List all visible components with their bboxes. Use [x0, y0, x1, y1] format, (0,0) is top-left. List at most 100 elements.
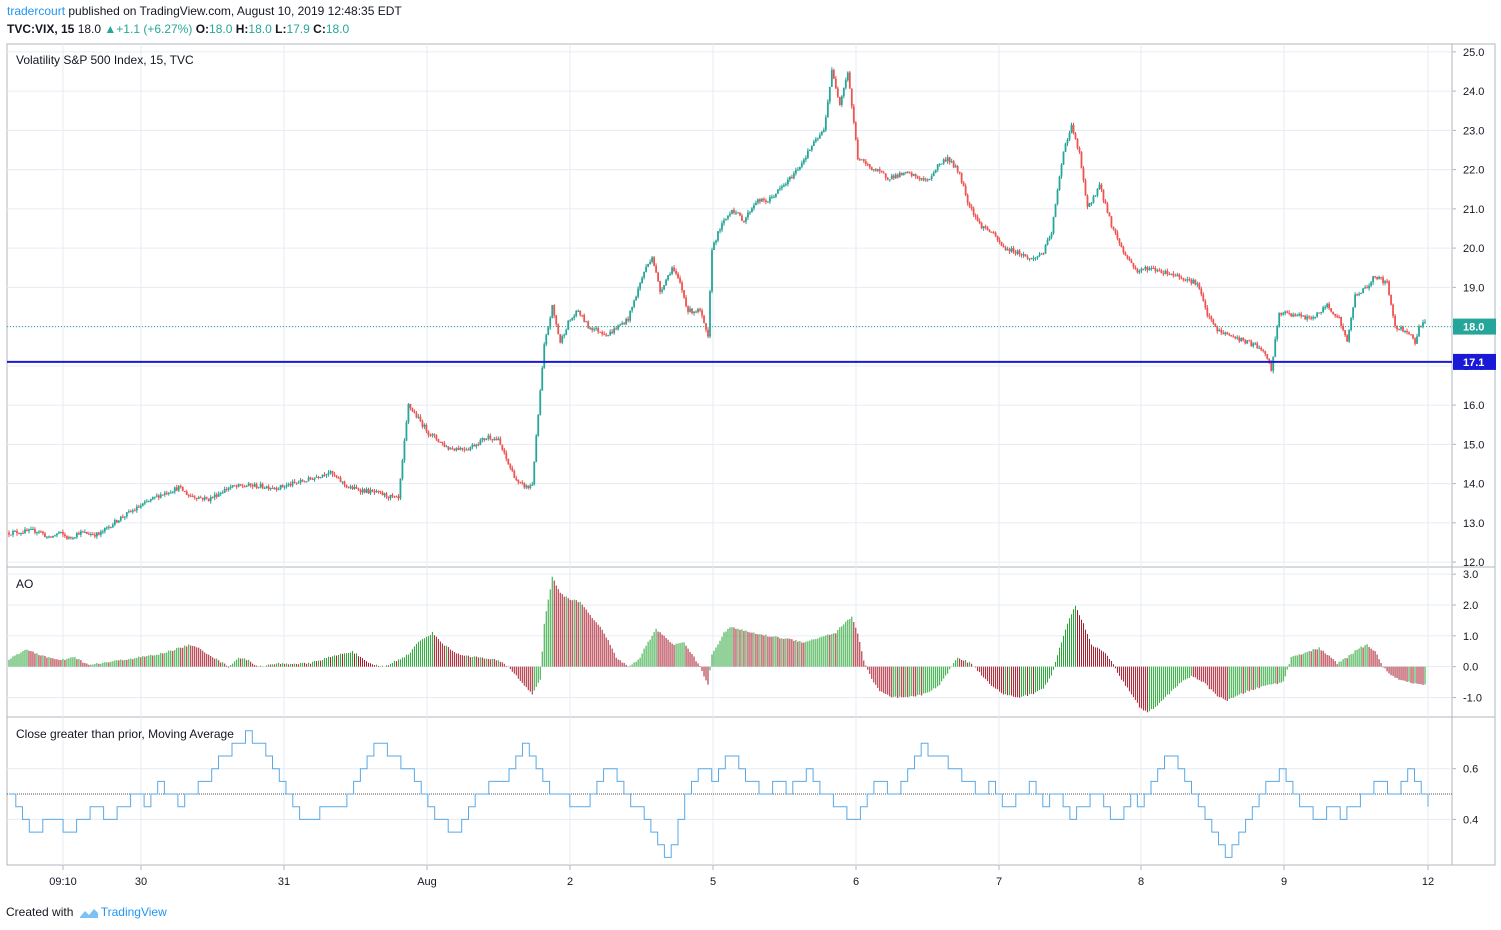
candle-body — [58, 532, 60, 534]
candle-body — [721, 223, 723, 230]
candle-body — [1202, 294, 1205, 301]
candle-body — [419, 416, 422, 422]
candle-body — [844, 80, 847, 88]
candle-body — [886, 177, 889, 180]
candle-body — [727, 215, 729, 219]
candle-body — [259, 484, 262, 488]
candle-body — [425, 424, 428, 432]
candle-body — [571, 318, 574, 321]
candle-body — [335, 475, 338, 478]
candle-body — [149, 498, 152, 501]
candle-body — [890, 175, 893, 180]
candle-body — [383, 493, 386, 496]
candle-body — [549, 317, 552, 328]
candle-body — [331, 471, 334, 475]
candle-body — [377, 490, 380, 492]
candle-body — [257, 487, 260, 489]
footer: Created with TradingView — [6, 905, 167, 919]
price-axis-label: 25.0 — [1463, 47, 1484, 59]
candle-body — [1300, 313, 1303, 317]
candle-body — [609, 331, 612, 335]
candle-body — [221, 492, 224, 494]
candle-body — [42, 531, 44, 534]
candle-body — [788, 176, 791, 180]
ao-bars-group — [8, 576, 1426, 713]
candle-body — [265, 486, 268, 488]
candle-body — [651, 257, 653, 262]
candle-body — [1020, 254, 1023, 256]
candle-body — [691, 308, 693, 314]
candle-body — [1312, 317, 1315, 319]
candle-body — [487, 435, 490, 439]
candle-body — [1126, 255, 1129, 259]
candle-body — [1190, 279, 1193, 284]
candle-body — [759, 199, 761, 202]
candle-body — [413, 411, 416, 413]
candle-body — [669, 273, 671, 276]
candle-body — [1392, 304, 1394, 316]
candle-body — [215, 494, 218, 497]
candle-body — [569, 320, 572, 322]
candle-body — [617, 325, 620, 330]
candle-body — [60, 531, 62, 533]
candle-body — [181, 486, 184, 492]
candle-body — [40, 531, 42, 533]
candle-body — [531, 484, 534, 486]
candle-body — [1352, 307, 1355, 319]
candle-body — [900, 172, 903, 176]
candle-body — [115, 519, 118, 523]
candle-body — [964, 186, 967, 196]
candle-body — [1358, 293, 1360, 295]
candle-body — [1212, 319, 1215, 324]
candle-body — [1090, 202, 1093, 204]
candle-body — [155, 495, 158, 497]
candle-body — [1174, 275, 1177, 277]
candle-body — [1372, 276, 1374, 283]
chart-canvas[interactable]: 09:10 30 31 Aug 2 5 6 7 8 9 12 12.0 13.0 14.0 15.0 16.0… — [0, 0, 1501, 930]
candle-body — [95, 532, 98, 537]
candle-body — [32, 529, 34, 531]
candle-body — [429, 434, 432, 436]
candle-body — [311, 478, 314, 480]
candle-body — [1088, 203, 1091, 207]
candle-body — [74, 537, 76, 539]
candle-body — [783, 185, 785, 187]
candle-body — [1122, 247, 1125, 253]
price-axis-label: 16.0 — [1463, 400, 1484, 412]
candle-body — [1024, 254, 1027, 257]
candle-body — [1104, 200, 1107, 204]
candle-body — [747, 212, 749, 218]
candles-group — [8, 67, 1426, 540]
candle-body — [375, 490, 378, 493]
candle-body — [1214, 323, 1217, 327]
candle-body — [707, 329, 709, 337]
candle-body — [1370, 282, 1372, 286]
candle-body — [798, 166, 801, 170]
candle-body — [575, 310, 578, 317]
candle-body — [219, 492, 222, 494]
candle-body — [1302, 315, 1305, 317]
candle-body — [1314, 316, 1317, 318]
candle-body — [1310, 317, 1313, 319]
candle-body — [457, 448, 460, 450]
candle-body — [729, 213, 731, 216]
candle-body — [804, 157, 807, 160]
candle-body — [940, 163, 943, 165]
candle-body — [389, 494, 392, 499]
candle-body — [1028, 258, 1031, 260]
candle-body — [1098, 184, 1101, 189]
tradingview-link[interactable]: TradingView — [101, 905, 167, 919]
candle-body — [235, 486, 238, 488]
candle-body — [293, 481, 296, 483]
candle-body — [247, 483, 250, 487]
candle-body — [1384, 281, 1386, 284]
candle-body — [731, 209, 733, 214]
candle-body — [333, 474, 336, 476]
ao-pane-title: AO — [16, 577, 33, 591]
candle-body — [503, 449, 506, 453]
candle-body — [862, 159, 865, 162]
candle-body — [1278, 312, 1281, 327]
candle-body — [659, 281, 661, 292]
price-axis-label: 12.0 — [1463, 557, 1484, 569]
candle-body — [1304, 315, 1307, 320]
